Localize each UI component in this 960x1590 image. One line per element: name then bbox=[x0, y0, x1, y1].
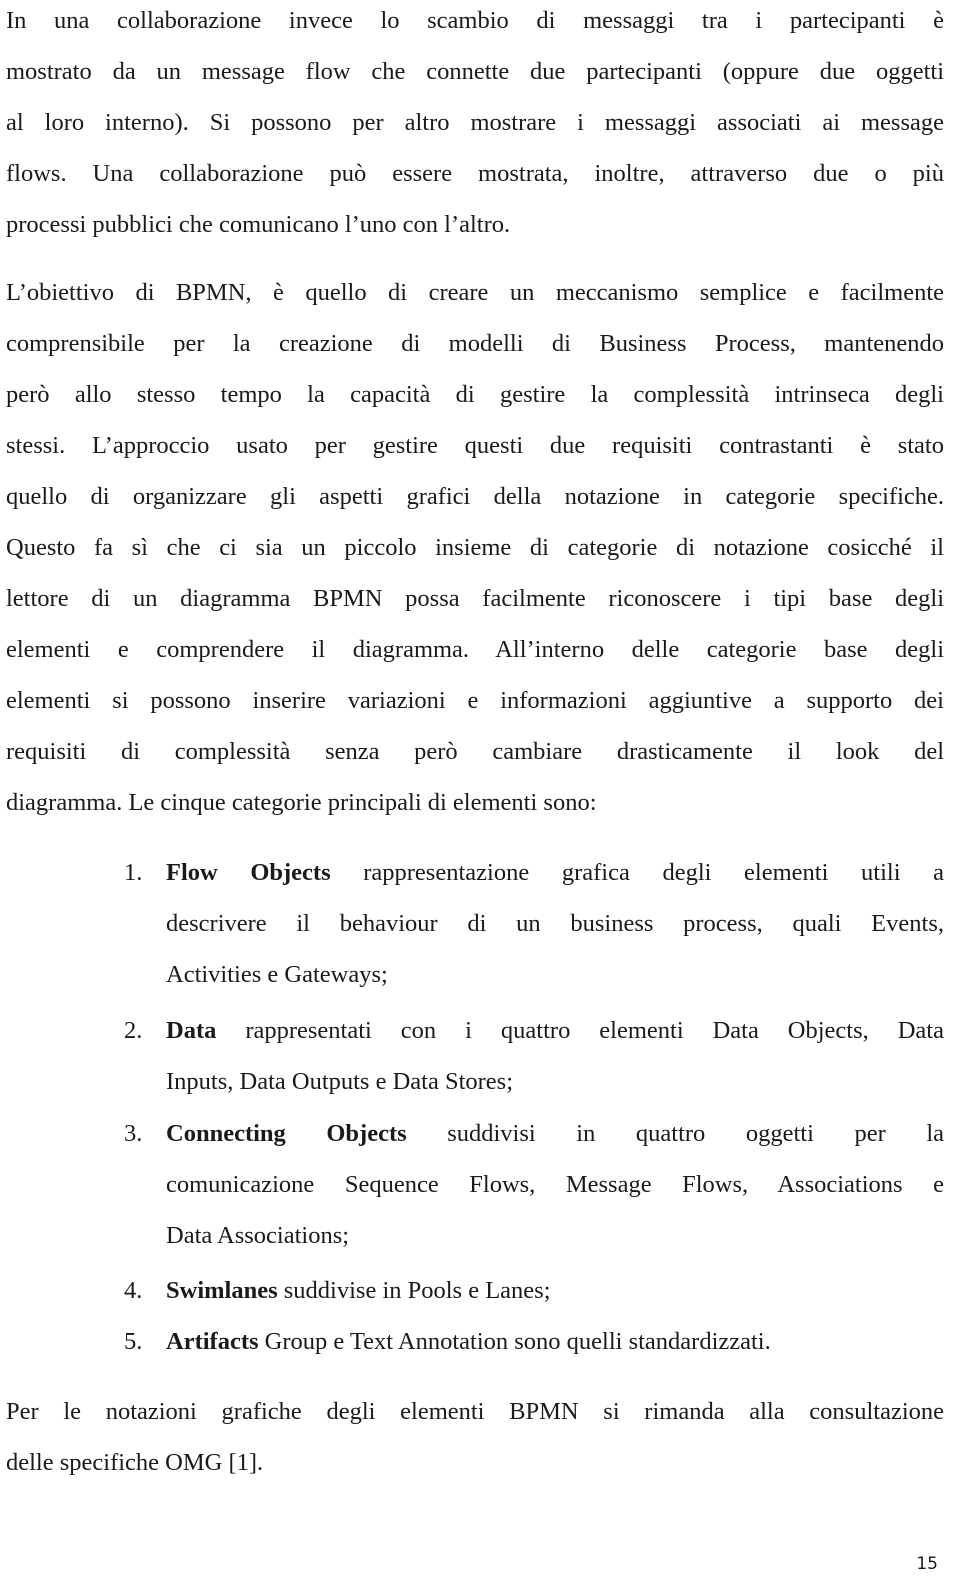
list-continuation-line: Inputs, Data Outputs e Data Stores; bbox=[166, 1068, 514, 1095]
text-line: Per le notazioni grafiche degli elementi… bbox=[6, 1398, 944, 1425]
text-line: mostrato da un message flow che connette… bbox=[6, 58, 944, 85]
list-continuation-line: comunicazione Sequence Flows, Message Fl… bbox=[166, 1171, 944, 1198]
list-continuation-line: Activities e Gateways; bbox=[166, 961, 388, 988]
list-term: Swimlanes bbox=[166, 1277, 278, 1304]
list-number: 3. bbox=[124, 1120, 143, 1147]
list-continuation-line: Data Associations; bbox=[166, 1222, 350, 1249]
text-line: però allo stesso tempo la capacità di ge… bbox=[6, 381, 944, 408]
list-number: 2. bbox=[124, 1017, 143, 1044]
list-item: 1. Flow Objects rappresentazione grafica… bbox=[0, 858, 960, 888]
list-term: Data bbox=[166, 1017, 217, 1044]
list-item: 4. Swimlanes suddivise in Pools e Lanes; bbox=[0, 1276, 960, 1306]
page-number: 15 bbox=[916, 1554, 938, 1574]
document-page: In una collaborazione invece lo scambio … bbox=[0, 0, 960, 1590]
text-line: lettore di un diagramma BPMN possa facil… bbox=[6, 585, 944, 612]
text-line: L’obiettivo di BPMN, è quello di creare … bbox=[6, 279, 944, 306]
text-line: quello di organizzare gli aspetti grafic… bbox=[6, 483, 944, 510]
text-line: al loro interno). Si possono per altro m… bbox=[6, 109, 944, 136]
text-line: In una collaborazione invece lo scambio … bbox=[6, 7, 944, 34]
text-line: processi pubblici che comunicano l’uno c… bbox=[6, 211, 511, 238]
list-description: rappresentazione grafica degli elementi … bbox=[330, 859, 944, 886]
text-line: requisiti di complessità senza però camb… bbox=[6, 738, 944, 765]
list-item-text: Connecting Objects suddivisi in quattro … bbox=[166, 1119, 944, 1149]
text-line: Questo fa sì che ci sia un piccolo insie… bbox=[6, 534, 944, 561]
list-continuation-line: descrivere il behaviour di un business p… bbox=[166, 910, 944, 937]
list-item: 2. Data rappresentati con i quattro elem… bbox=[0, 1016, 960, 1046]
list-item-text: Swimlanes suddivise in Pools e Lanes; bbox=[166, 1276, 944, 1306]
list-item-text: Artifacts Group e Text Annotation sono q… bbox=[166, 1327, 944, 1357]
list-item-text: Flow Objects rappresentazione grafica de… bbox=[166, 858, 944, 888]
list-number: 4. bbox=[124, 1277, 143, 1304]
list-item-text: Data rappresentati con i quattro element… bbox=[166, 1016, 944, 1046]
text-line: flows. Una collaborazione può essere mos… bbox=[6, 160, 944, 187]
list-item: 5. Artifacts Group e Text Annotation son… bbox=[0, 1327, 960, 1357]
list-term: Flow Objects bbox=[166, 859, 331, 886]
list-term: Artifacts bbox=[166, 1328, 259, 1355]
list-description: suddivise in Pools e Lanes; bbox=[277, 1277, 551, 1304]
list-number: 1. bbox=[124, 859, 143, 886]
text-line: elementi e comprendere il diagramma. All… bbox=[6, 636, 944, 663]
text-line: delle specifiche OMG [1]. bbox=[6, 1449, 264, 1476]
list-item: 3. Connecting Objects suddivisi in quatt… bbox=[0, 1119, 960, 1149]
list-description: Group e Text Annotation sono quelli stan… bbox=[258, 1328, 771, 1355]
list-number: 5. bbox=[124, 1328, 143, 1355]
text-line: diagramma. Le cinque categorie principal… bbox=[6, 789, 597, 816]
text-line: elementi si possono inserire variazioni … bbox=[6, 687, 944, 714]
text-line: comprensibile per la creazione di modell… bbox=[6, 330, 944, 357]
list-description: rappresentati con i quattro elementi Dat… bbox=[216, 1017, 944, 1044]
text-line: stessi. L’approccio usato per gestire qu… bbox=[6, 432, 944, 459]
list-term: Connecting Objects bbox=[166, 1120, 407, 1147]
list-description: suddivisi in quattro oggetti per la bbox=[406, 1120, 944, 1147]
